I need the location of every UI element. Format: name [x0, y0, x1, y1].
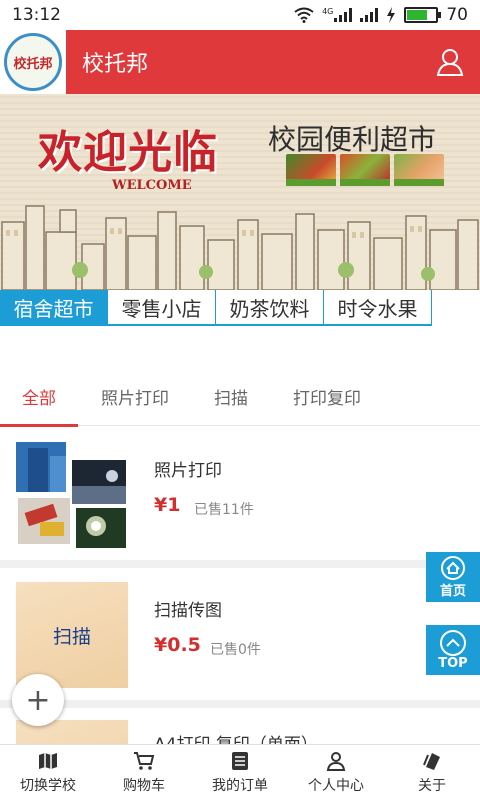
product-image-photo-collage	[16, 442, 128, 548]
home-icon	[441, 555, 465, 580]
app-header: 校托邦 校托邦	[0, 30, 480, 94]
battery-icon	[404, 7, 442, 23]
nav-about[interactable]: 关于	[384, 745, 480, 800]
battery-percent: 70	[446, 5, 468, 25]
back-to-top-button[interactable]: TOP	[426, 625, 480, 675]
cell-signal-icon	[360, 8, 379, 22]
orders-icon	[229, 751, 251, 771]
nav-label: 我的订单	[212, 777, 268, 794]
nav-switch-school[interactable]: 切换学校	[0, 745, 96, 800]
home-float-button[interactable]: 首页	[426, 552, 480, 602]
nav-personal-center[interactable]: 个人中心	[288, 745, 384, 800]
charging-icon	[387, 7, 396, 23]
product-name: 照片打印	[154, 461, 222, 481]
status-icons: 4G 70	[294, 5, 468, 25]
product-item-photo-print[interactable]: 照片打印 ¥1 已售11件	[0, 428, 480, 558]
product-price: ¥0.5	[154, 634, 201, 656]
banner-city-skyline	[1, 205, 479, 290]
promo-banner[interactable]: 欢迎光临 WELCOME 校园便利超市	[0, 94, 480, 290]
nav-label: 个人中心	[308, 777, 364, 794]
filter-tab-scan[interactable]: 扫描	[192, 366, 270, 426]
list-divider	[0, 560, 480, 568]
plus-icon: +	[25, 682, 51, 718]
nav-cart[interactable]: 购物车	[96, 745, 192, 800]
nav-label: 关于	[418, 777, 446, 794]
nav-label: 购物车	[123, 777, 165, 794]
add-button[interactable]: +	[12, 674, 64, 726]
category-tab-milk-tea[interactable]: 奶茶饮料	[216, 290, 324, 324]
product-item-scan-upload[interactable]: 扫描 扫描传图 ¥0.5 已售0件	[0, 568, 480, 698]
list-divider	[0, 700, 480, 708]
product-filter-tabs: 全部 照片打印 扫描 打印复印	[0, 366, 480, 427]
product-sold-count: 已售11件	[194, 502, 254, 518]
map-icon	[37, 751, 59, 771]
nav-label: 切换学校	[20, 777, 76, 794]
status-bar: 13:12 4G 70	[0, 0, 480, 30]
nav-my-orders[interactable]: 我的订单	[192, 745, 288, 800]
product-image-scan: 扫描	[16, 582, 128, 688]
arrow-up-icon	[440, 629, 466, 656]
category-tab-retail-shop[interactable]: 零售小店	[108, 290, 216, 324]
logo: 校托邦	[0, 30, 66, 94]
filter-tab-print-copy[interactable]: 打印复印	[270, 366, 384, 426]
product-name: A4打印 复印（单面）	[154, 730, 318, 744]
product-item-a4-print[interactable]: A4打印 复印（单面）	[0, 708, 480, 744]
home-float-label: 首页	[439, 583, 466, 599]
logo-emblem: 校托邦	[4, 33, 62, 91]
bottom-nav: 切换学校 购物车 我的订单 个人中心 关于	[0, 744, 480, 800]
wifi-icon	[294, 7, 314, 23]
filter-tab-all[interactable]: 全部	[0, 366, 78, 427]
product-price: ¥1	[154, 494, 181, 516]
user-icon[interactable]	[420, 30, 480, 94]
back-to-top-label: TOP	[438, 655, 468, 671]
app-title: 校托邦	[82, 52, 149, 77]
category-tab-dorm-market[interactable]: 宿舍超市	[0, 290, 108, 324]
filter-tab-photo-print[interactable]: 照片打印	[78, 366, 192, 426]
product-sold-count: 已售0件	[210, 642, 261, 658]
cell-signal-4g-icon: 4G	[322, 8, 353, 22]
product-image-caption: 扫描	[52, 625, 91, 648]
about-icon	[421, 751, 443, 771]
status-time: 13:12	[12, 5, 61, 25]
cart-icon	[133, 751, 155, 771]
product-name: 扫描传图	[154, 601, 222, 621]
category-tab-seasonal-fruit[interactable]: 时令水果	[324, 290, 432, 324]
category-tabs: 宿舍超市 零售小店 奶茶饮料 时令水果	[0, 290, 432, 326]
person-icon	[325, 751, 347, 771]
